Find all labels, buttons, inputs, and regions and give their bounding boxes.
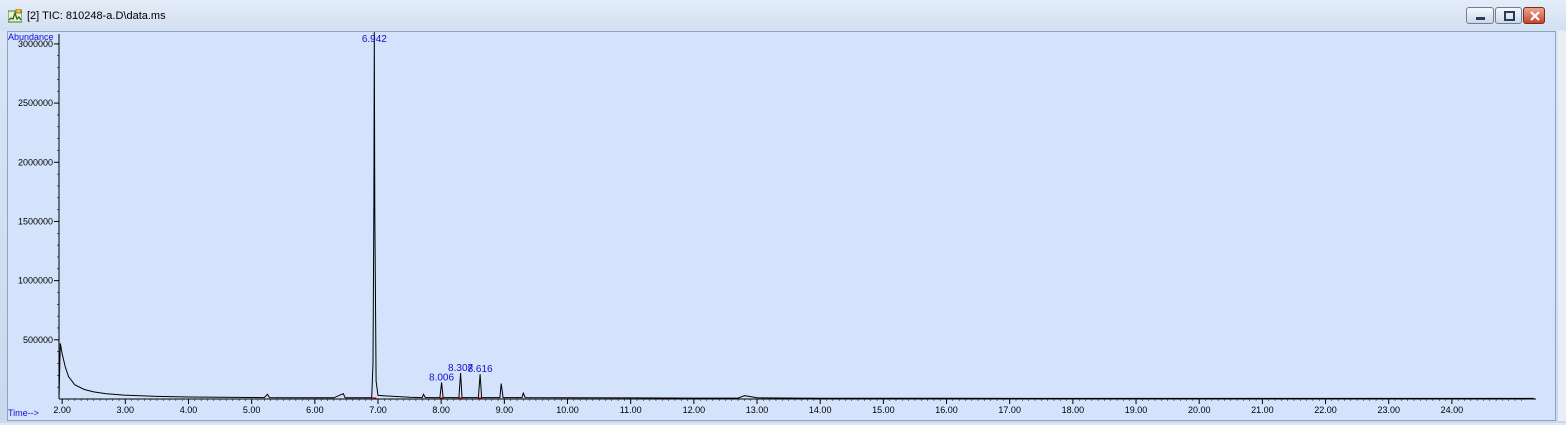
minimize-icon [1476, 17, 1485, 20]
series-group [58, 32, 1534, 400]
x-tick-label: 5.00 [243, 405, 261, 415]
y-tick-label: 2500000 [18, 98, 53, 108]
y-tick-label: 1500000 [18, 216, 53, 226]
axes: 500000 1000000 1500000 2000000 2500000 300000… [18, 34, 1536, 415]
x-tick-label: 6.00 [306, 405, 324, 415]
x-tick-label: 8.00 [432, 405, 450, 415]
x-tick-label: 3.00 [117, 405, 135, 415]
chromatogram-plot-area[interactable]: Abundance Time--> 500000 1000000 1500000 20… [7, 31, 1556, 421]
x-tick-label: 2.00 [53, 405, 71, 415]
x-tick-label: 10.00 [556, 405, 579, 415]
close-button[interactable] [1523, 7, 1545, 24]
restore-icon [1504, 11, 1515, 21]
tic-chromatogram-chart[interactable]: Abundance Time--> 5000001000000150000020… [8, 32, 1555, 420]
x-tick-label: 13.00 [746, 405, 769, 415]
x-tick-label: 11.00 [620, 405, 642, 415]
y-tick-label: 3000000 [18, 39, 53, 49]
tic-trace [58, 32, 1534, 400]
x-tick-label: 4.00 [180, 405, 198, 415]
chromatogram-window: [2] TIC: 810248-a.D\data.ms Abundance Ti… [0, 0, 1566, 423]
x-tick-label: 9.00 [496, 405, 514, 415]
x-tick-label: 12.00 [683, 405, 706, 415]
x-tick-label: 18.00 [1062, 405, 1085, 415]
x-tick-label: 24.00 [1441, 405, 1464, 415]
x-tick-label: 15.00 [872, 405, 895, 415]
peak-label: 8.616 [468, 364, 493, 375]
minimize-button[interactable] [1466, 7, 1494, 24]
title-bar[interactable]: [2] TIC: 810248-a.D\data.ms [0, 0, 1566, 30]
x-tick-label: 22.00 [1314, 405, 1337, 415]
x-tick-label: 21.00 [1251, 405, 1274, 415]
chromatogram-app-icon [8, 9, 22, 23]
right-edge-bar [1558, 31, 1566, 421]
peak-label: 6.942 [362, 34, 387, 45]
x-tick-label: 23.00 [1377, 405, 1400, 415]
x-axis-label: Time--> [8, 408, 39, 418]
x-tick-label: 14.00 [809, 405, 832, 415]
x-tick-label: 19.00 [1125, 405, 1148, 415]
x-tick-label: 7.00 [369, 405, 387, 415]
maximize-button[interactable] [1495, 7, 1522, 24]
x-tick-label: 17.00 [998, 405, 1021, 415]
window-title: [2] TIC: 810248-a.D\data.ms [27, 10, 166, 22]
x-tick-label: 20.00 [1188, 405, 1211, 415]
peak-labels: 6.9428.0068.3078.616 [362, 34, 493, 384]
y-tick-label: 2000000 [18, 157, 53, 167]
peak-label: 8.006 [429, 372, 454, 383]
x-tick-label: 16.00 [935, 405, 958, 415]
y-tick-label: 1000000 [18, 276, 53, 286]
close-icon [1530, 11, 1540, 21]
y-tick-label: 500000 [23, 335, 53, 345]
